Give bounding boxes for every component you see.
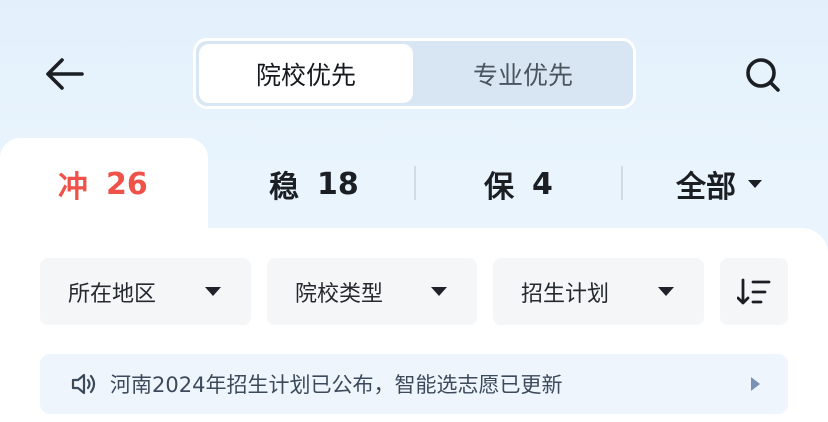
tab-label: 冲 <box>58 170 88 205</box>
priority-segmented-control: 院校优先 专业优先 <box>193 38 636 109</box>
arrow-left-icon <box>46 58 84 90</box>
search-button[interactable] <box>738 52 788 98</box>
tab-all-label: 全部 <box>676 170 736 205</box>
tab-label: 保 <box>484 170 514 205</box>
tab-chong[interactable]: 冲 26 <box>58 160 148 208</box>
filter-label: 招生计划 <box>521 281 610 307</box>
speaker-icon <box>71 373 96 395</box>
search-icon <box>746 58 780 92</box>
caret-down-icon <box>431 287 447 296</box>
tab-divider <box>621 166 623 200</box>
tab-all-dropdown[interactable]: 全部 <box>676 160 762 208</box>
filter-enrollment-plan[interactable]: 招生计划 <box>493 258 704 325</box>
tab-count: 18 <box>317 166 359 202</box>
back-button[interactable] <box>38 52 90 96</box>
filter-region[interactable]: 所在地区 <box>40 258 251 325</box>
sort-button[interactable] <box>720 258 788 325</box>
caret-down-icon <box>205 287 221 296</box>
tab-label: 稳 <box>269 170 299 205</box>
tab-divider <box>414 166 416 200</box>
tab-bao[interactable]: 保 4 <box>484 160 553 208</box>
notice-bar[interactable]: 河南2024年招生计划已公布，智能选志愿已更新 <box>40 354 788 414</box>
tab-wen[interactable]: 稳 18 <box>269 160 359 208</box>
segment-major-priority[interactable]: 专业优先 <box>416 44 630 103</box>
segment-school-priority[interactable]: 院校优先 <box>199 44 413 103</box>
filter-label: 所在地区 <box>68 281 157 307</box>
tab-count: 4 <box>532 166 553 202</box>
notice-text: 河南2024年招生计划已公布，智能选志愿已更新 <box>110 373 563 397</box>
sort-descending-icon <box>737 278 771 304</box>
play-arrow-icon <box>751 377 760 391</box>
filter-label: 院校类型 <box>295 281 384 307</box>
caret-down-icon <box>658 287 674 296</box>
tab-count: 26 <box>106 166 148 202</box>
filter-school-type[interactable]: 院校类型 <box>267 258 477 325</box>
caret-down-icon <box>748 180 762 188</box>
